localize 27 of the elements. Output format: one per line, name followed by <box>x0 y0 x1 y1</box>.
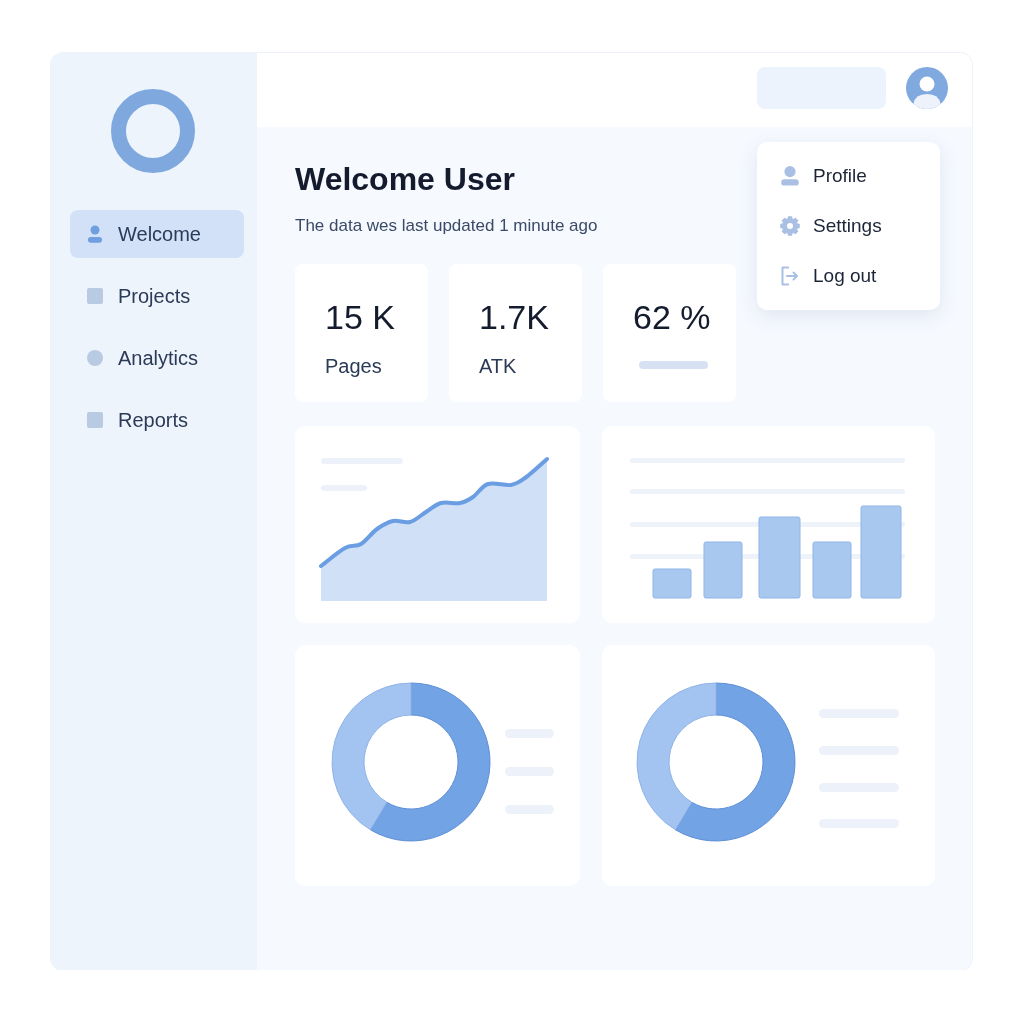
stat-value: 1.7K <box>479 297 549 337</box>
settings-icon <box>780 216 800 236</box>
sidebar-item[interactable]: Projects <box>70 272 244 320</box>
square-icon <box>87 412 103 428</box>
update-note: The data wes last updated 1 minute ago <box>295 216 598 236</box>
sidebar-item[interactable]: Welcome <box>70 210 244 258</box>
sidebar-item[interactable]: Analytics <box>70 334 244 382</box>
menu-item[interactable]: Profile <box>757 151 940 201</box>
placeholder-line <box>639 361 708 369</box>
page-title: Welcome User <box>295 160 515 198</box>
logout-icon <box>780 266 800 286</box>
person-icon <box>780 166 800 186</box>
stat-value: 15 K <box>325 297 395 337</box>
stat-label: Pages <box>325 354 382 378</box>
menu-item[interactable]: Log out <box>757 251 940 301</box>
chart-bar <box>812 541 852 599</box>
person-icon <box>87 225 103 243</box>
square-icon <box>87 288 103 304</box>
sidebar-item[interactable]: Reports <box>70 396 244 444</box>
chart-bar <box>703 541 743 599</box>
avatar-icon[interactable] <box>906 67 948 109</box>
stat-value: 62 % <box>633 297 711 337</box>
menu-item[interactable]: Settings <box>757 201 940 251</box>
circle-icon <box>87 350 103 366</box>
chart-bar <box>652 568 692 599</box>
ring-logo-icon <box>111 89 195 173</box>
stat-label: ATK <box>479 354 517 378</box>
